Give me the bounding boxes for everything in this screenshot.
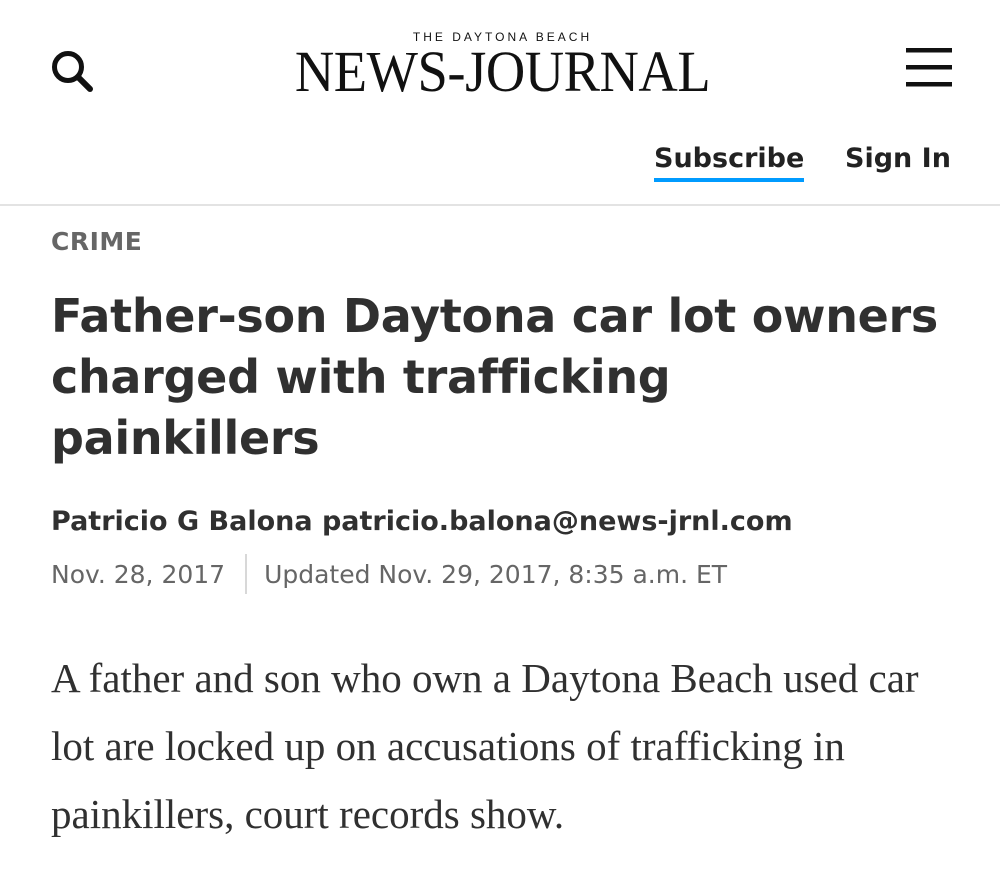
masthead-name: NEWS-JOURNAL [294,39,711,104]
published-date: Nov. 28, 2017 [51,560,226,589]
section-label[interactable]: CRIME [51,226,142,258]
byline-author[interactable]: Patricio G Balona patricio.balona@news-j… [51,504,793,540]
dateline: Nov. 28, 2017 Updated Nov. 29, 2017, 8:35… [51,554,728,596]
hamburger-menu-icon [906,48,952,87]
updated-date: Updated Nov. 29, 2017, 8:35 a.m. ET [264,560,728,589]
site-header: THE DAYTONA BEACH NEWS-JOURNAL Subscribe… [0,0,1000,206]
article-lede: A father and son who own a Daytona Beach… [51,655,919,837]
sign-in-link[interactable]: Sign In [845,142,951,176]
search-icon [52,51,93,92]
article-headline: Father-son Daytona car lot owners charge… [51,289,939,465]
menu-button[interactable] [898,42,958,92]
search-button[interactable] [44,44,100,100]
masthead-logo[interactable]: THE DAYTONA BEACH NEWS-JOURNAL [270,30,735,104]
subscribe-link[interactable]: Subscribe [654,142,805,182]
date-divider [245,554,248,594]
